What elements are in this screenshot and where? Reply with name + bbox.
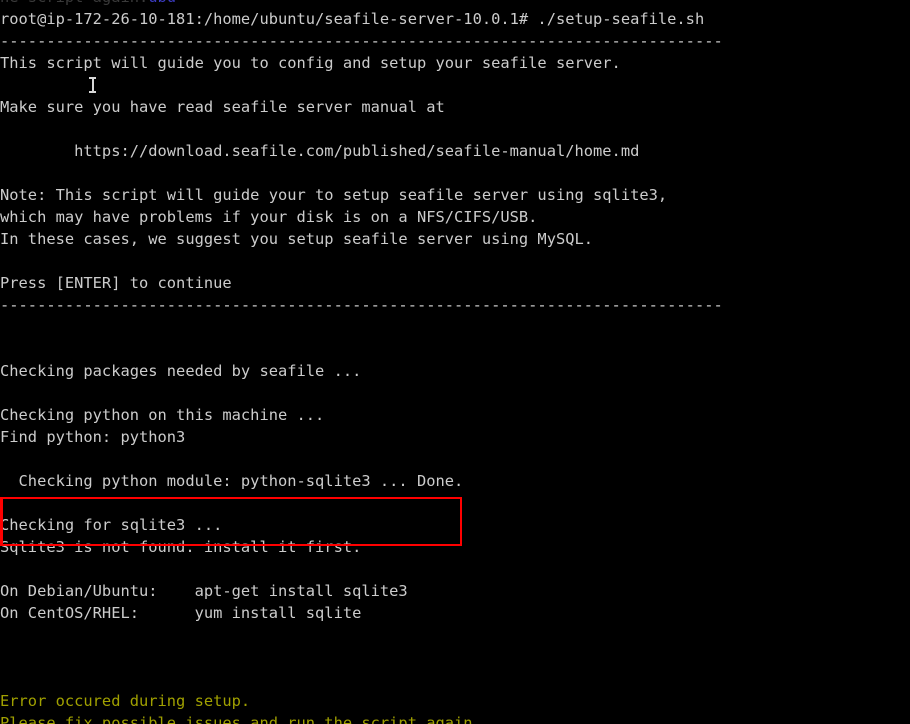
terminal-line-manual-url: https://download.seafile.com/published/s… <box>0 142 640 160</box>
cutoff-text: he script again. <box>0 0 148 6</box>
terminal-line-hint-debian: On Debian/Ubuntu: apt-get install sqlite… <box>0 582 408 600</box>
terminal-line-intro: This script will guide you to config and… <box>0 54 621 72</box>
terminal-line-note-3: In these cases, we suggest you setup sea… <box>0 230 594 248</box>
terminal-line-check-python: Checking python on this machine ... <box>0 406 325 424</box>
terminal-line-check-python-module: Checking python module: python-sqlite3 .… <box>0 472 464 490</box>
terminal-line-note-2: which may have problems if your disk is … <box>0 208 538 226</box>
terminal-line-cutoff: he script again.ubu <box>0 0 910 8</box>
terminal-line-check-sqlite3: Checking for sqlite3 ... <box>0 516 223 534</box>
terminal-line-sqlite3-not-found: Sqlite3 is not found. install it first. <box>0 538 362 556</box>
terminal-window[interactable]: he script again.ubu root@ip-172-26-10-18… <box>0 0 910 724</box>
terminal-line-rule-bottom: ----------------------------------------… <box>0 296 723 314</box>
terminal-line-error-occured: Error occured during setup. <box>0 692 251 710</box>
terminal-line-note-1: Note: This script will guide your to set… <box>0 186 668 204</box>
terminal-line-hint-centos: On CentOS/RHEL: yum install sqlite <box>0 604 362 622</box>
terminal-line-find-python: Find python: python3 <box>0 428 186 446</box>
cutoff-blue-fragment: ubu <box>148 0 176 6</box>
terminal-line-press-enter: Press [ENTER] to continue <box>0 274 232 292</box>
terminal-output-buffer[interactable]: he script again.ubu root@ip-172-26-10-18… <box>0 0 910 724</box>
terminal-line-prompt: root@ip-172-26-10-181:/home/ubuntu/seafi… <box>0 10 705 28</box>
terminal-line-check-packages: Checking packages needed by seafile ... <box>0 362 362 380</box>
terminal-line-error-fix-issues: Please fix possible issues and run the s… <box>0 714 482 724</box>
terminal-line-rule-top: ----------------------------------------… <box>0 32 723 50</box>
terminal-line-manual-prompt: Make sure you have read seafile server m… <box>0 98 445 116</box>
